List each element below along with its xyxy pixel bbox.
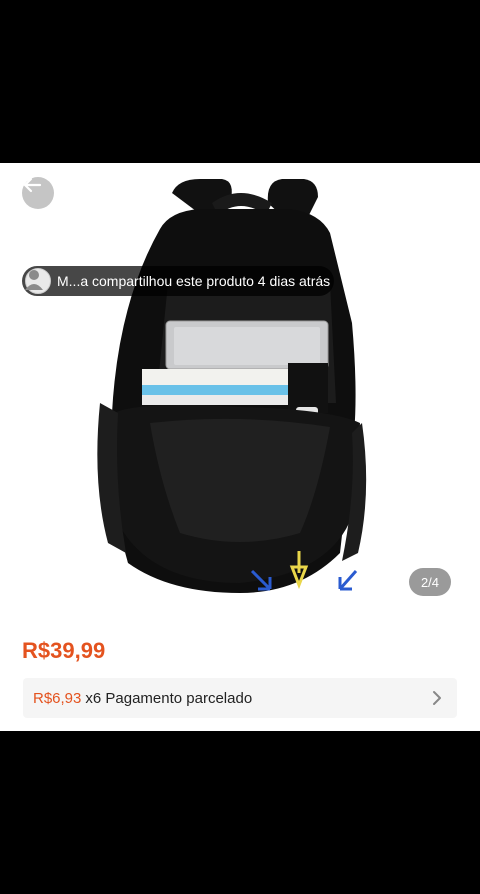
installment-row[interactable]: R$6,93 x6 Pagamento parcelado [23, 678, 457, 718]
arrow-left-icon [23, 177, 42, 193]
installment-amount: R$6,93 [33, 689, 82, 707]
product-price: R$39,99 [22, 638, 106, 663]
product-screen: M...a compartilhou este produto 4 dias a… [0, 163, 480, 731]
share-text: M...a compartilhou este produto 4 dias a… [57, 273, 331, 289]
avatar-icon [25, 270, 43, 290]
backpack-illustration [97, 179, 367, 593]
back-button[interactable] [22, 177, 54, 209]
chevron-right-icon [433, 691, 441, 705]
installment-text: x6 Pagamento parcelado [85, 689, 253, 707]
user-avatar [25, 268, 51, 294]
product-image[interactable]: M...a compartilhou este produto 4 dias a… [0, 163, 480, 620]
share-banner: M...a compartilhou este produto 4 dias a… [22, 266, 334, 296]
image-counter: 2/4 [409, 568, 451, 596]
